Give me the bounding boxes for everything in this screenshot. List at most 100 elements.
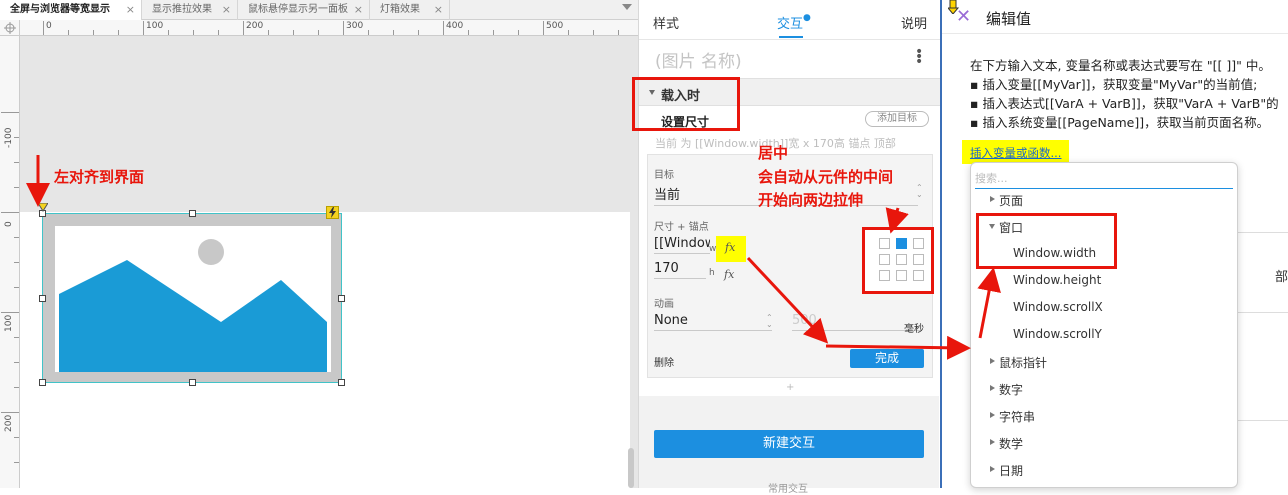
instruction-line: 在下方输入文本, 变量名称或表达式要写在 "[[ ]]" 中。 [970,58,1271,73]
annotation-box-event [632,77,740,131]
expand-caret-icon[interactable] [990,466,995,472]
annotation-center-title: 居中 [758,144,789,162]
tab-label: 全屏与浏览器等宽显示 [10,4,110,15]
image-placeholder [55,226,331,372]
height-input[interactable]: 170 [654,261,706,279]
expand-caret-icon[interactable] [990,196,995,202]
expand-caret-icon[interactable] [990,412,995,418]
more-options-icon[interactable]: • • • [915,45,923,69]
ruler-label: 100 [4,314,14,332]
anchor-cell[interactable] [879,254,890,265]
new-interaction-button[interactable]: 新建交互 [654,430,924,458]
tree-item-string[interactable]: 字符串 [999,408,1035,425]
close-icon[interactable]: × [222,0,231,20]
tree-item-date[interactable]: 日期 [999,462,1023,479]
landscape-icon [59,239,327,372]
ruler-label: 500 [546,21,564,31]
delete-link[interactable]: 删除 [654,354,674,369]
resize-handle[interactable] [189,379,196,386]
resize-handle[interactable] [39,379,46,386]
interaction-bolt-icon[interactable] [326,206,339,219]
expand-caret-icon[interactable] [990,439,995,445]
size-anchor-label: 尺寸 + 锚点 [654,222,709,233]
duration-unit: 毫秒 [904,324,924,335]
variable-function-dropdown: 页面 窗口 Window.width Window.height Window.… [970,162,1238,488]
add-target-button[interactable]: 添加目标 [865,111,929,127]
ruler-label: 0 [4,221,14,227]
select-arrows-icon: ⌃ ⌄ [766,313,773,329]
vertical-ruler: -100 0 100 200 [0,36,20,488]
anchor-cell[interactable] [896,270,907,281]
anchor-cell[interactable] [896,254,907,265]
panel-tabs: 样式 交互● 说明 [639,0,941,40]
divider [1238,312,1288,313]
annotation-center-line2: 会自动从元件的中间 [758,168,894,186]
tree-item-cursor[interactable]: 鼠标指针 [999,354,1047,371]
add-action-icon[interactable]: + [786,382,794,393]
resize-handle[interactable] [338,295,345,302]
ruler-label: 100 [146,21,164,31]
tab-label: 灯箱效果 [380,4,420,15]
tab-fullscreen-width[interactable]: 全屏与浏览器等宽显示 × [0,0,142,20]
instruction-line: ▪ 插入表达式[[VarA + VarB]]，获取"VarA + VarB"的 [970,96,1279,111]
instruction-line: ▪ 插入系统变量[[PageName]]，获取当前页面名称。 [970,115,1270,130]
rotation-handle-icon[interactable] [38,203,48,212]
anchor-cell[interactable] [913,238,924,249]
active-tab-indicator [779,36,803,38]
tree-item-window-height[interactable]: Window.height [1013,273,1101,287]
width-input[interactable]: [[Window [654,236,710,254]
expand-caret-icon[interactable] [990,385,995,391]
resize-handle[interactable] [39,295,46,302]
anchor-cell[interactable] [913,254,924,265]
ruler-label: -100 [4,127,14,148]
dialog-instructions: 在下方输入文本, 变量名称或表达式要写在 "[[ ]]" 中。 ▪ 插入变量[[… [970,56,1288,132]
resize-handle[interactable] [189,210,196,217]
anchor-cell-top-center[interactable] [896,238,907,249]
height-fx-icon[interactable]: fx [724,268,734,281]
anchor-cell[interactable] [879,270,890,281]
tree-item-page[interactable]: 页面 [999,192,1023,209]
width-fx-button[interactable]: fx [716,236,746,262]
tree-item-math[interactable]: 数学 [999,435,1023,452]
close-icon[interactable]: × [434,0,443,20]
horizontal-ruler: 0 100 200 300 400 500 [20,20,638,36]
tab-overflow-icon[interactable] [622,4,632,10]
anchor-grid [862,227,934,294]
widget-name-field[interactable]: (图片 名称) [655,47,742,72]
tab-push-pull[interactable]: 显示推拉效果 × [142,0,238,20]
tab-notes[interactable]: 说明 [901,13,927,32]
anchor-cell[interactable] [879,238,890,249]
ruler-corner [0,20,20,36]
tree-item-number[interactable]: 数字 [999,381,1023,398]
tab-interaction[interactable]: 交互● [777,13,811,32]
resize-handle[interactable] [338,379,345,386]
design-canvas[interactable]: 全屏与浏览器等宽显示 × 显示推拉效果 × 鼠标悬停显示另一面板 × 灯箱效果 … [0,0,638,488]
anchor-cell[interactable] [913,270,924,281]
close-icon[interactable]: × [354,0,363,20]
pointer-cursor-icon [946,0,960,15]
variable-search-input[interactable] [975,169,1233,189]
crosshair-icon [4,22,16,34]
vertical-scrollbar[interactable] [628,448,634,488]
animation-select[interactable]: None [654,313,772,331]
annotation-center-line3: 开始向两边拉伸 [758,191,864,209]
ruler-label: 0 [46,21,52,31]
close-icon[interactable]: × [126,0,135,20]
divider [1238,232,1288,233]
done-button[interactable]: 完成 [850,349,924,368]
tab-lightbox[interactable]: 灯箱效果 × [370,0,450,20]
tab-hover-panel[interactable]: 鼠标悬停显示另一面板 × [238,0,370,20]
select-arrows-icon: ⌃ ⌄ [916,183,923,199]
active-dot-icon: ● [803,13,811,23]
tree-item-window-scrollx[interactable]: Window.scrollX [1013,300,1103,314]
image-widget[interactable] [42,213,342,383]
duration-input[interactable]: 500 [792,313,922,331]
insert-variable-link[interactable]: 插入变量或函数... [962,140,1070,164]
expand-caret-icon[interactable] [990,358,995,364]
ruler-label: 400 [446,21,464,31]
tree-item-window-scrolly[interactable]: Window.scrollY [1013,327,1102,341]
ruler-label: 200 [246,21,264,31]
annotation-box-window [976,213,1117,269]
tab-style[interactable]: 样式 [653,13,679,32]
ruler-label: 300 [346,21,364,31]
